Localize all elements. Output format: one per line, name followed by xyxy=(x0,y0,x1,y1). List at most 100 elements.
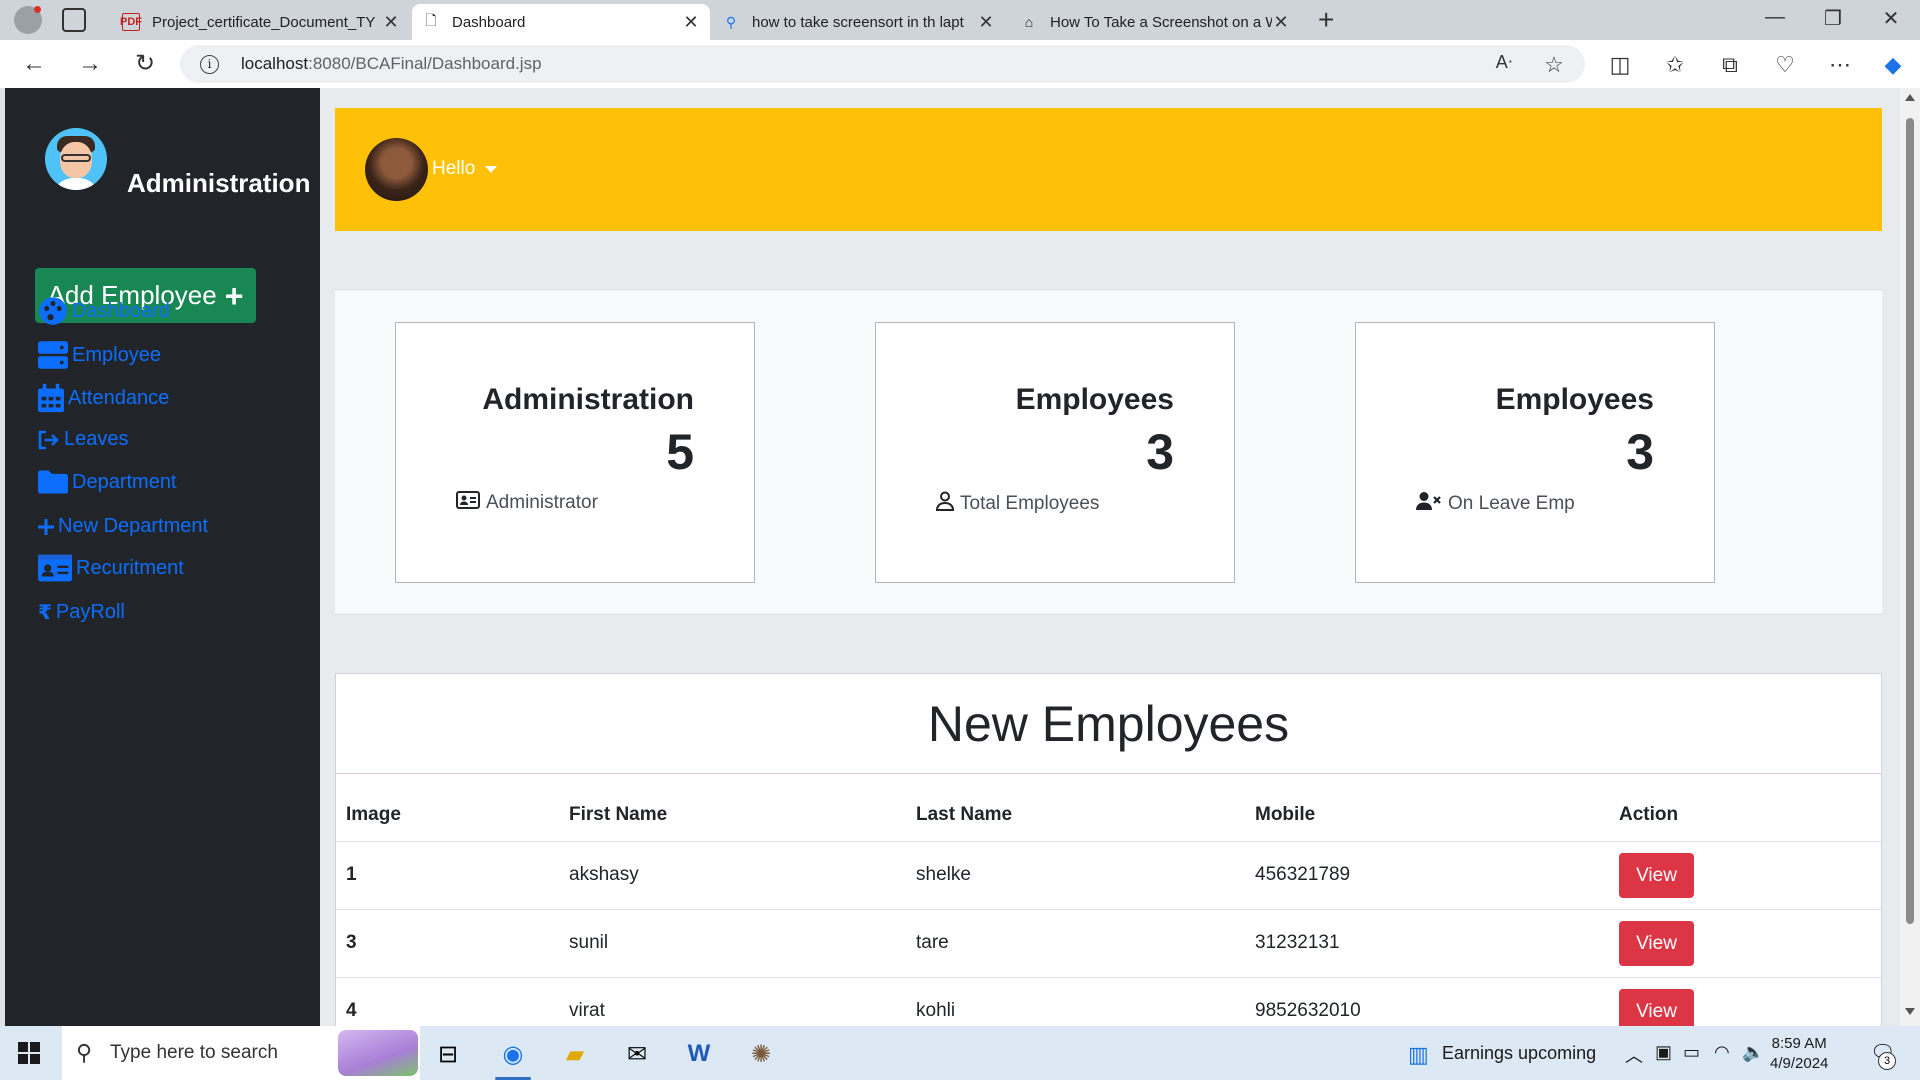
folder-icon xyxy=(38,469,68,495)
scroll-down-icon[interactable] xyxy=(1905,1008,1915,1015)
sidebar: Administration Add Employee + Dashboard … xyxy=(5,88,320,1026)
admin-avatar xyxy=(45,128,107,190)
browser-tab-dashboard[interactable]: 🗋 Dashboard ✕ xyxy=(412,4,710,40)
sidebar-item-attendance[interactable]: Attendance xyxy=(38,383,169,413)
sidebar-item-new-department[interactable]: New Department xyxy=(38,515,208,538)
word-icon[interactable]: W xyxy=(679,1034,719,1074)
search-highlight-image xyxy=(338,1030,418,1076)
browser-tab-pdf[interactable]: PDF Project_certificate_Document_TY ✕ xyxy=(112,4,410,40)
employees-table: Image First Name Last Name Mobile Action… xyxy=(336,789,1881,1026)
forward-icon[interactable]: → xyxy=(76,50,104,78)
site-info-icon[interactable]: i xyxy=(200,54,219,74)
volume-icon[interactable]: 🔈 xyxy=(1742,1042,1764,1063)
table-row: 4 virat kohli 9852632010 View xyxy=(336,977,1881,1026)
cell-mobile: 9852632010 xyxy=(1245,977,1609,1026)
sidebar-item-department[interactable]: Department xyxy=(38,469,177,495)
favorite-star-icon[interactable]: ☆ xyxy=(1539,52,1569,78)
greeting-label: Hello xyxy=(432,158,476,179)
calendar-icon xyxy=(38,383,64,413)
edge-icon[interactable]: ◉ xyxy=(493,1034,533,1080)
cell-last-name: tare xyxy=(906,909,1245,978)
refresh-icon[interactable]: ↻ xyxy=(131,50,159,78)
read-aloud-icon[interactable]: Aᐧ xyxy=(1489,52,1519,73)
sidebar-item-label: New Department xyxy=(58,515,209,537)
scroll-up-icon[interactable] xyxy=(1905,94,1915,101)
new-employees-panel: New Employees Image First Name Last Name… xyxy=(335,673,1882,1026)
user-menu-toggle[interactable]: Hello xyxy=(432,158,498,180)
sidebar-item-label: Dashboard xyxy=(72,299,170,322)
favorites-icon[interactable]: ✩ xyxy=(1660,52,1690,78)
new-employees-title: New Employees xyxy=(336,674,1881,774)
tab-actions-icon[interactable] xyxy=(62,8,86,32)
notification-badge: 3 xyxy=(1878,1052,1896,1070)
stat-count: 3 xyxy=(1626,424,1654,480)
page-scrollbar[interactable] xyxy=(1900,88,1920,1026)
stat-title: Employees xyxy=(1015,383,1174,416)
sidebar-item-dashboard[interactable]: Dashboard xyxy=(38,296,170,326)
view-button[interactable]: View xyxy=(1619,920,1694,966)
window-close-icon[interactable]: ✕ xyxy=(1868,6,1914,31)
new-tab-icon[interactable]: + xyxy=(1318,4,1334,36)
stat-subtitle: Administrator xyxy=(486,492,598,513)
collections-icon[interactable]: ⧉ xyxy=(1715,52,1745,78)
stat-subtitle: Total Employees xyxy=(960,493,1100,514)
split-screen-icon[interactable]: ◫ xyxy=(1605,52,1635,78)
browser-tab-strip: PDF Project_certificate_Document_TY ✕ 🗋 … xyxy=(0,0,1920,40)
profile-icon[interactable] xyxy=(14,6,42,34)
minimize-icon[interactable]: — xyxy=(1752,6,1798,29)
user-xmark-icon xyxy=(1416,491,1442,517)
url-path: :8080/BCAFinal/Dashboard.jsp xyxy=(308,54,542,73)
search-icon: ⚲ xyxy=(725,13,737,30)
sidebar-item-leaves[interactable]: Leaves xyxy=(38,428,129,451)
address-bar[interactable]: i localhost:8080/BCAFinal/Dashboard.jsp xyxy=(180,45,1585,83)
sidebar-item-label: Recuritment xyxy=(76,556,184,579)
windows-start-icon[interactable] xyxy=(18,1042,40,1064)
sidebar-item-payroll[interactable]: ₹ PayRoll xyxy=(38,600,125,624)
caret-down-icon xyxy=(485,165,498,173)
task-view-icon[interactable]: ⊟ xyxy=(428,1034,468,1074)
cell-image: 3 xyxy=(336,909,559,978)
cell-first-name: akshasy xyxy=(559,841,906,910)
browser-tab-howto[interactable]: ⌂ How To Take a Screenshot on a W ✕ xyxy=(1010,4,1300,40)
meet-icon[interactable]: ▣ xyxy=(1655,1042,1672,1063)
close-icon[interactable]: ✕ xyxy=(1272,12,1290,33)
table-header-row: Image First Name Last Name Mobile Action xyxy=(336,789,1881,842)
stock-icon[interactable]: ▥ xyxy=(1408,1042,1429,1068)
sidebar-item-recuritment[interactable]: Recuritment xyxy=(38,554,184,582)
view-button[interactable]: View xyxy=(1619,988,1694,1026)
column-header: Action xyxy=(1609,789,1881,842)
news-widget[interactable]: Earnings upcoming xyxy=(1442,1043,1596,1064)
battery-icon[interactable]: ▭ xyxy=(1683,1042,1700,1063)
close-icon[interactable]: ✕ xyxy=(682,12,700,33)
chevron-up-icon[interactable]: ︿ xyxy=(1625,1042,1643,1068)
file-explorer-icon[interactable]: ▰ xyxy=(555,1034,595,1074)
restore-icon[interactable]: ❐ xyxy=(1810,6,1856,31)
close-icon[interactable]: ✕ xyxy=(977,12,995,33)
view-button[interactable]: View xyxy=(1619,852,1694,898)
scroll-thumb[interactable] xyxy=(1906,118,1914,924)
stats-panel: Administration 5 Administrator Employees… xyxy=(335,291,1882,613)
back-icon[interactable]: ← xyxy=(20,50,48,78)
cell-last-name: shelke xyxy=(906,841,1245,910)
table-row: 1 akshasy shelke 456321789 View xyxy=(336,841,1881,910)
stat-card-on-leave: Employees 3 On Leave Emp xyxy=(1355,322,1715,583)
copilot-icon[interactable]: ◆ xyxy=(1878,52,1908,78)
column-header: Mobile xyxy=(1245,789,1609,842)
clock[interactable]: 8:59 AM 4/9/2024 xyxy=(1770,1034,1828,1074)
column-header: First Name xyxy=(559,789,906,842)
app-icon[interactable]: ✺ xyxy=(741,1034,781,1074)
browser-tab-search[interactable]: ⚲ how to take screensort in th lapt ✕ xyxy=(712,4,1005,40)
cell-action: View xyxy=(1609,909,1881,978)
more-icon[interactable]: ⋯ xyxy=(1825,52,1855,78)
sidebar-item-label: Leaves xyxy=(64,428,129,450)
mail-icon[interactable]: ✉ xyxy=(617,1034,657,1074)
taskbar-search[interactable]: ⚲ Type here to search xyxy=(62,1026,420,1080)
browser-essentials-icon[interactable]: ♡ xyxy=(1770,52,1800,78)
sidebar-item-employee[interactable]: Employee xyxy=(38,341,161,369)
id-card-icon xyxy=(38,554,72,582)
user-avatar[interactable] xyxy=(365,138,428,201)
wifi-icon[interactable]: ◠ xyxy=(1714,1042,1730,1063)
plus-icon xyxy=(38,518,54,535)
close-icon[interactable]: ✕ xyxy=(382,12,400,33)
server-icon xyxy=(38,341,68,369)
